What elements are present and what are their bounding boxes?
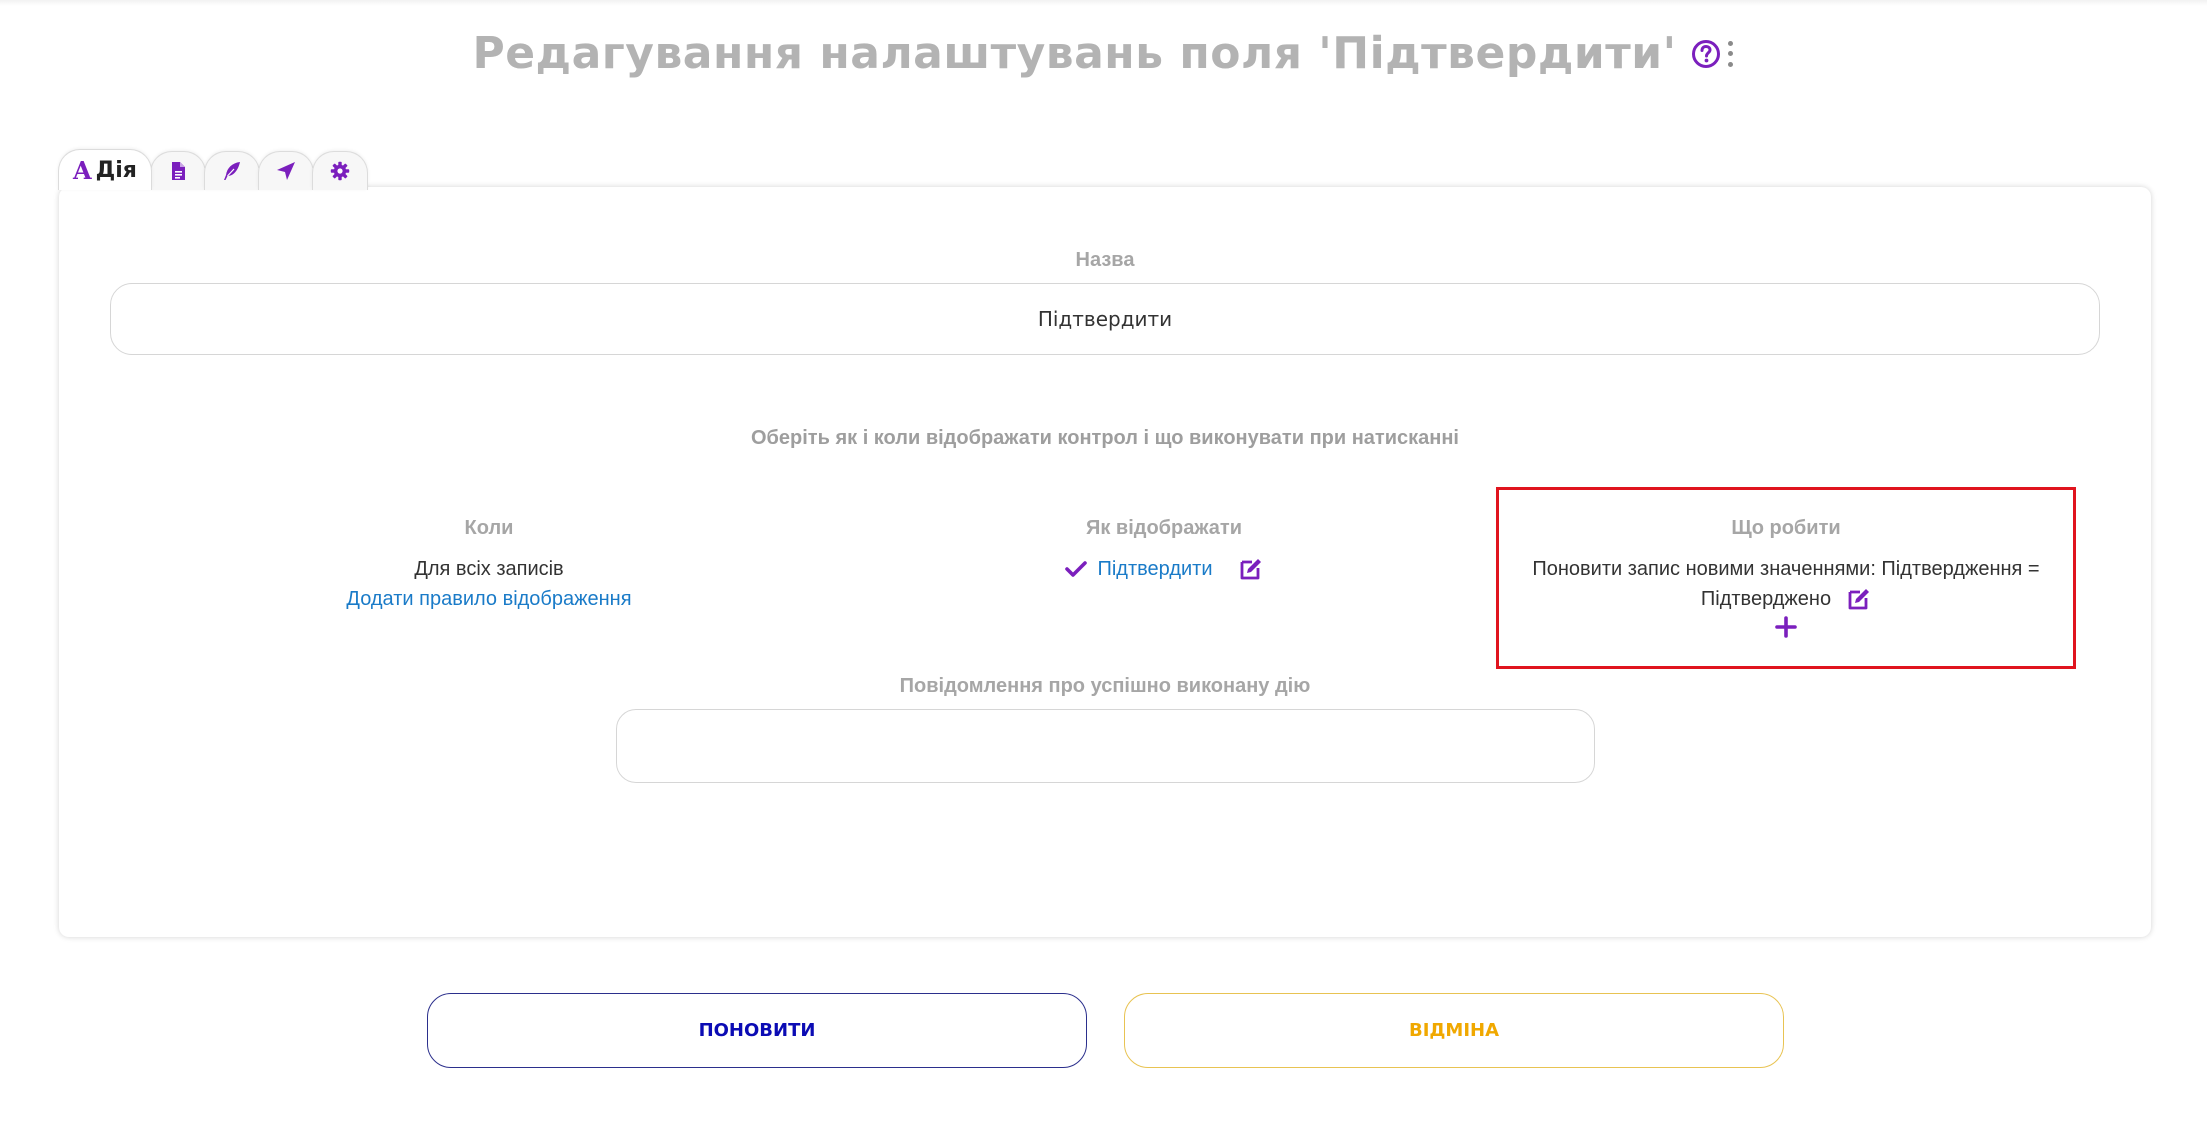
gear-icon (330, 161, 350, 181)
page-header: Редагування налаштувань поля 'Підтвердит… (0, 28, 2207, 79)
tab-navigation[interactable] (257, 151, 314, 190)
help-icon[interactable] (1691, 39, 1721, 69)
update-button[interactable]: ПОНОВИТИ (427, 993, 1087, 1068)
when-column: Коли Для всіх записів Додати правило від… (189, 517, 789, 614)
what-title: Що робити (1731, 517, 1841, 539)
action-letter-icon: A (73, 155, 92, 185)
edit-display-icon[interactable] (1239, 557, 1263, 581)
add-action-plus-icon[interactable] (1775, 616, 1797, 638)
more-options-icon[interactable] (1727, 40, 1735, 67)
cancel-button[interactable]: ВІДМІНА (1124, 993, 1784, 1068)
document-icon (171, 162, 185, 180)
instruction-text: Оберіть як і коли відображати контрол і … (751, 427, 1459, 449)
what-to-do-column: Що робити Поновити запис новими значення… (1496, 487, 2076, 669)
location-arrow-icon (276, 162, 295, 180)
when-value: Для всіх записів (414, 558, 564, 580)
tab-document[interactable] (149, 151, 206, 190)
settings-card: Назва Оберіть як і коли відображати конт… (59, 187, 2151, 937)
check-icon (1065, 560, 1088, 578)
feather-icon (223, 162, 240, 180)
tab-style[interactable] (203, 151, 260, 190)
how-row: Підтвердити (839, 554, 1489, 584)
action-description-line1: Поновити запис новими значеннями: Підтве… (1532, 558, 2040, 580)
name-label: Назва (1075, 249, 1135, 271)
top-shadow-line (0, 0, 2207, 6)
tab-bar: A Дія (58, 149, 368, 190)
action-description-row: Підтверджено (1499, 584, 2073, 614)
when-title: Коли (464, 517, 514, 539)
how-title: Як відображати (1085, 517, 1243, 539)
action-description-line2: Підтверджено (1700, 588, 1832, 610)
page-title: Редагування налаштувань поля 'Підтвердит… (472, 28, 1677, 79)
edit-action-icon[interactable] (1847, 587, 1871, 611)
display-button-link[interactable]: Підтвердити (1097, 554, 1212, 584)
tab-action-label: Дія (95, 157, 137, 183)
name-input[interactable] (110, 283, 2100, 355)
add-display-rule-link[interactable]: Додати правило відображення (189, 584, 789, 614)
tab-settings[interactable] (311, 151, 368, 190)
how-column: Як відображати Підтвердити (839, 517, 1489, 584)
success-message-label: Повідомлення про успішно виконану дію (899, 675, 1311, 697)
tab-action[interactable]: A Дія (58, 149, 152, 190)
success-message-input[interactable] (616, 709, 1595, 783)
